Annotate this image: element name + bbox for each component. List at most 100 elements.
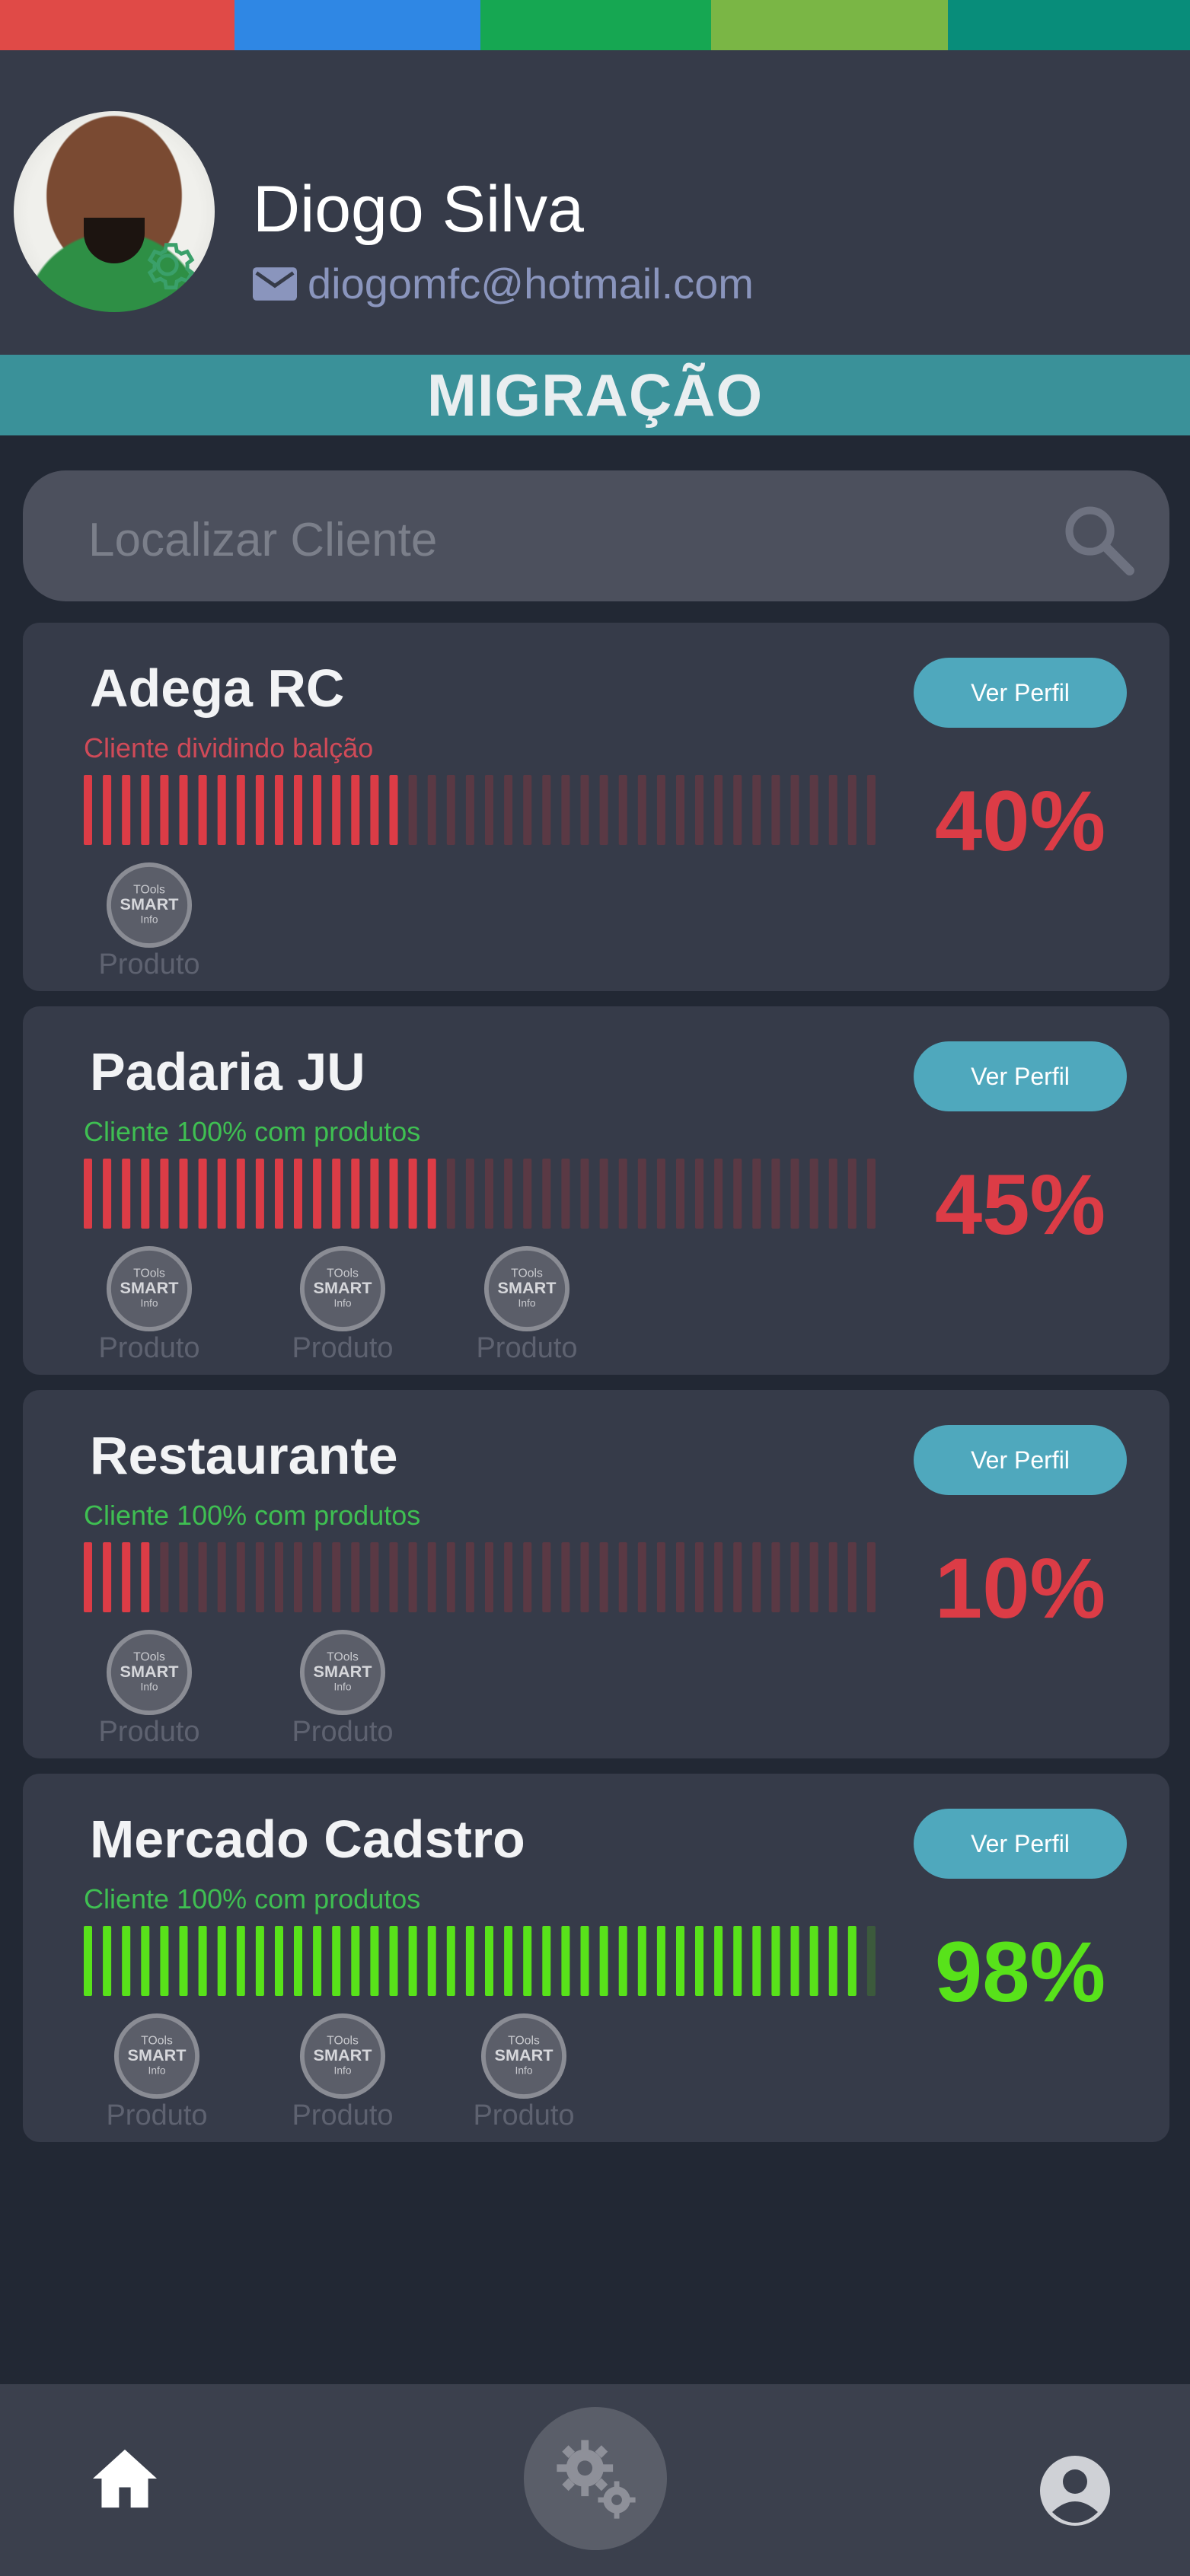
product-label: Produto — [476, 1332, 578, 1364]
progress-segment-empty — [523, 775, 532, 845]
progress-segment-empty — [504, 1542, 513, 1612]
progress-segment-filled — [198, 1926, 207, 1996]
progress-segment-empty — [160, 1542, 169, 1612]
progress-segment-empty — [618, 1542, 627, 1612]
badge-text-bottom: Info — [334, 1298, 352, 1309]
avatar[interactable] — [14, 111, 215, 312]
progress-segment-empty — [676, 1159, 684, 1229]
search-bar[interactable]: Localizar Cliente — [23, 470, 1169, 601]
bottom-navigation — [0, 2384, 1190, 2576]
progress-segment-empty — [313, 1542, 322, 1612]
view-profile-button[interactable]: Ver Perfil — [914, 1809, 1127, 1879]
product-item[interactable]: TOols SMART Info Produto — [81, 1628, 218, 1749]
progress-segment-filled — [332, 1926, 341, 1996]
progress-segment-empty — [733, 1542, 742, 1612]
progress-segment-filled — [122, 775, 131, 845]
account-circle-icon[interactable] — [1038, 2454, 1112, 2527]
progress-segment-filled — [160, 1159, 169, 1229]
progress-segment-filled — [599, 1926, 608, 1996]
progress-segment-empty — [485, 1542, 493, 1612]
progress-segment-filled — [695, 1926, 703, 1996]
product-item[interactable]: TOols SMART Info Produto — [274, 2011, 411, 2132]
view-profile-button[interactable]: Ver Perfil — [914, 1425, 1127, 1495]
migration-percent: 40% — [934, 773, 1106, 869]
progress-segment-filled — [179, 1159, 188, 1229]
search-icon[interactable] — [1060, 501, 1136, 577]
migration-progress-bar — [84, 1542, 876, 1612]
product-badge-icon: TOolsSMARTInfo — [106, 1245, 193, 1332]
progress-segment-filled — [389, 775, 398, 845]
progress-segment-filled — [733, 1926, 742, 1996]
progress-segment-empty — [656, 1159, 665, 1229]
progress-segment-filled — [656, 1926, 665, 1996]
progress-segment-filled — [389, 1926, 398, 1996]
progress-segment-empty — [866, 1542, 876, 1612]
progress-segment-filled — [351, 1926, 360, 1996]
client-card: Padaria JU Cliente 100% com produtos Ver P… — [23, 1006, 1169, 1375]
progress-segment-empty — [733, 775, 742, 845]
stripe-teal — [948, 0, 1190, 50]
progress-segment-empty — [752, 775, 761, 845]
progress-segment-filled — [752, 1926, 761, 1996]
progress-segment-filled — [84, 1926, 92, 1996]
product-item[interactable]: TOols SMART Info Produto — [274, 1244, 411, 1365]
progress-segment-filled — [828, 1926, 837, 1996]
stripe-blue — [234, 0, 480, 50]
progress-segment-filled — [84, 775, 92, 845]
progress-segment-empty — [656, 1542, 665, 1612]
product-badge-icon: TOolsSMARTInfo — [106, 1629, 193, 1716]
product-item[interactable]: TOols SMART Info Produto — [455, 2011, 592, 2132]
home-icon[interactable] — [90, 2447, 160, 2511]
view-profile-button[interactable]: Ver Perfil — [914, 1041, 1127, 1111]
progress-segment-empty — [847, 775, 857, 845]
progress-segment-empty — [217, 1542, 226, 1612]
progress-segment-filled — [313, 1159, 322, 1229]
progress-segment-empty — [676, 1542, 684, 1612]
product-label: Produto — [98, 948, 200, 980]
migration-percent: 45% — [934, 1157, 1106, 1252]
progress-segment-filled — [103, 1926, 112, 1996]
client-name: Restaurante — [90, 1426, 398, 1485]
progress-segment-filled — [351, 1159, 360, 1229]
product-badge-icon: TOolsSMARTInfo — [483, 1245, 570, 1332]
product-item[interactable]: TOols SMART Info Produto — [81, 860, 218, 981]
product-item[interactable]: TOols SMART Info Produto — [88, 2011, 225, 2132]
product-item[interactable]: TOols SMART Info Produto — [274, 1628, 411, 1749]
progress-segment-filled — [847, 1926, 857, 1996]
progress-segment-empty — [523, 1542, 532, 1612]
progress-segment-empty — [771, 1542, 780, 1612]
gear-icon[interactable] — [136, 233, 199, 297]
progress-segment-filled — [523, 1926, 532, 1996]
progress-segment-empty — [408, 775, 417, 845]
product-badge-icon: TOolsSMARTInfo — [106, 862, 193, 948]
progress-segment-empty — [847, 1542, 857, 1612]
progress-segment-filled — [465, 1926, 474, 1996]
progress-segment-empty — [714, 1542, 723, 1612]
search-input[interactable]: Localizar Cliente — [88, 513, 437, 567]
badge-text-bottom: Info — [141, 1298, 158, 1309]
progress-segment-empty — [389, 1542, 398, 1612]
progress-segment-filled — [275, 775, 283, 845]
progress-segment-filled — [714, 1926, 723, 1996]
migration-percent: 98% — [934, 1924, 1106, 2020]
product-list: TOols SMART Info Produto TOols SMART Info Produ… — [23, 1244, 784, 1366]
progress-segment-filled — [236, 775, 245, 845]
settings-button[interactable] — [524, 2407, 667, 2550]
progress-segment-empty — [351, 1542, 360, 1612]
product-item[interactable]: TOols SMART Info Produto — [458, 1244, 595, 1365]
product-label: Produto — [98, 1332, 200, 1364]
progress-segment-empty — [370, 1542, 379, 1612]
progress-segment-empty — [580, 1159, 589, 1229]
badge-text-bottom: Info — [518, 1298, 536, 1309]
progress-segment-empty — [771, 1159, 780, 1229]
progress-segment-empty — [523, 1159, 532, 1229]
product-label: Produto — [98, 1716, 200, 1748]
view-profile-button[interactable]: Ver Perfil — [914, 658, 1127, 728]
progress-segment-empty — [446, 1159, 455, 1229]
progress-segment-filled — [294, 775, 302, 845]
progress-segment-empty — [847, 1159, 857, 1229]
progress-segment-empty — [752, 1159, 761, 1229]
progress-segment-empty — [866, 1926, 876, 1996]
progress-segment-filled — [141, 1926, 150, 1996]
product-item[interactable]: TOols SMART Info Produto — [81, 1244, 218, 1365]
